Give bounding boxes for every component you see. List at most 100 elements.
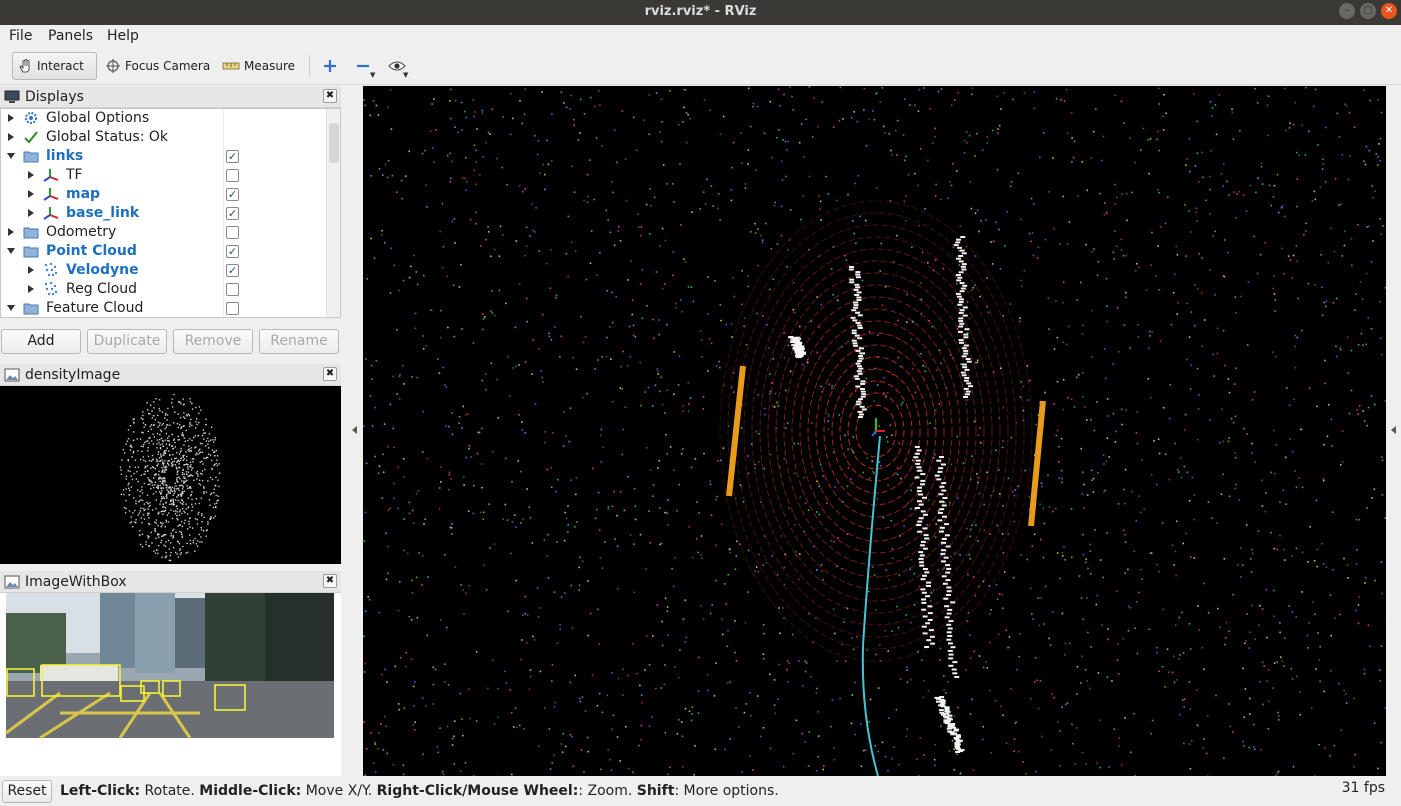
- minimize-icon[interactable]: –: [1339, 3, 1355, 19]
- visibility-checkbox[interactable]: [226, 226, 239, 239]
- cloud-point: [386, 681, 388, 683]
- density-point: [181, 473, 184, 476]
- cloud-point: [1360, 332, 1363, 335]
- tree-item[interactable]: Reg Cloud: [1, 280, 326, 299]
- cloud-point: [769, 100, 771, 103]
- cloud-point: [1249, 558, 1252, 560]
- collapse-left-arrow-icon[interactable]: [352, 426, 357, 434]
- scrollbar-thumb[interactable]: [329, 123, 339, 163]
- cloud-point: [442, 773, 445, 775]
- cloud-point: [971, 289, 973, 292]
- tree-scrollbar[interactable]: [326, 109, 340, 317]
- cloud-point: [1366, 424, 1368, 427]
- density-point: [189, 425, 191, 428]
- expand-right-icon[interactable]: [28, 266, 34, 274]
- tree-item[interactable]: Odometry: [1, 223, 326, 242]
- duplicate-button[interactable]: Duplicate: [87, 329, 167, 354]
- focus-camera-tool-button[interactable]: Focus Camera: [101, 52, 214, 80]
- density-point: [131, 456, 133, 458]
- cloud-point: [910, 558, 913, 561]
- close-icon[interactable]: ✖: [323, 89, 337, 103]
- tree-item[interactable]: links ✓: [1, 147, 326, 166]
- gear-icon: [23, 110, 39, 126]
- folder-icon: [23, 243, 39, 259]
- cloud-point: [465, 413, 467, 416]
- visibility-checkbox[interactable]: ✓: [226, 245, 239, 258]
- visibility-checkbox[interactable]: [226, 169, 239, 182]
- close-icon[interactable]: ✖: [323, 367, 337, 381]
- density-point: [179, 530, 181, 533]
- cloud-point: [523, 728, 525, 730]
- tree-item[interactable]: Global Options: [1, 109, 326, 128]
- cloud-point: [934, 135, 936, 138]
- density-point: [143, 518, 146, 520]
- cloud-point: [1295, 245, 1298, 247]
- cloud-point: [1311, 707, 1313, 710]
- cloud-point: [1363, 420, 1366, 422]
- expand-right-icon[interactable]: [28, 190, 34, 198]
- collapse-right-arrow-icon[interactable]: [1391, 426, 1396, 434]
- tree-item[interactable]: TF: [1, 166, 326, 185]
- chevron-down-icon[interactable]: ▼: [403, 71, 408, 79]
- cloud-point: [629, 534, 632, 536]
- cloud-point: [621, 388, 624, 390]
- cloud-point: [475, 183, 477, 186]
- maximize-icon[interactable]: □: [1360, 3, 1376, 19]
- tree-item[interactable]: Global Status: Ok: [1, 128, 326, 147]
- close-window-icon[interactable]: ✕: [1381, 3, 1397, 19]
- cloud-point: [1129, 607, 1132, 609]
- rename-button[interactable]: Rename: [259, 329, 339, 354]
- close-icon[interactable]: ✖: [323, 574, 337, 588]
- cloud-point: [1294, 366, 1297, 369]
- expand-down-icon[interactable]: [7, 305, 15, 311]
- cloud-point: [1105, 211, 1108, 214]
- expand-right-icon[interactable]: [28, 209, 34, 217]
- expand-down-icon[interactable]: [7, 248, 15, 254]
- cloud-point: [885, 436, 888, 438]
- expand-right-icon[interactable]: [8, 114, 14, 122]
- cloud-point: [588, 159, 591, 161]
- visibility-checkbox[interactable]: ✓: [226, 188, 239, 201]
- cloud-point: [411, 376, 413, 378]
- add-button[interactable]: Add: [1, 329, 81, 354]
- cloud-point: [800, 123, 803, 125]
- cloud-point: [1257, 102, 1259, 104]
- cloud-point: [947, 197, 949, 199]
- cloud-point: [879, 644, 881, 646]
- cloud-point: [1355, 563, 1358, 565]
- expand-right-icon[interactable]: [8, 228, 14, 236]
- tree-item[interactable]: Feature Cloud: [1, 299, 326, 317]
- view-tool-button[interactable]: [384, 52, 414, 80]
- expand-right-icon[interactable]: [28, 171, 34, 179]
- menu-panels[interactable]: Panels: [48, 28, 93, 44]
- chevron-down-icon[interactable]: ▼: [370, 71, 375, 79]
- visibility-checkbox[interactable]: ✓: [226, 150, 239, 163]
- cloud-point: [556, 541, 558, 543]
- measure-tool-button[interactable]: Measure: [218, 52, 299, 80]
- tree-item[interactable]: base_link ✓: [1, 204, 326, 223]
- cloud-point: [1220, 172, 1223, 175]
- tree-item[interactable]: map ✓: [1, 185, 326, 204]
- 3d-render-view[interactable]: [363, 86, 1386, 776]
- tree-item[interactable]: Velodyne ✓: [1, 261, 326, 280]
- visibility-checkbox[interactable]: [226, 283, 239, 296]
- reset-button[interactable]: Reset: [2, 780, 52, 803]
- cloud-point: [1039, 503, 1041, 506]
- visibility-checkbox[interactable]: [226, 302, 239, 315]
- tree-item[interactable]: Point Cloud ✓: [1, 242, 326, 261]
- visibility-checkbox[interactable]: ✓: [226, 264, 239, 277]
- cloud-point: [1007, 646, 1010, 649]
- expand-down-icon[interactable]: [7, 153, 15, 159]
- interact-tool-button[interactable]: Interact: [12, 52, 97, 80]
- expand-right-icon[interactable]: [28, 285, 34, 293]
- visibility-checkbox[interactable]: ✓: [226, 207, 239, 220]
- density-point: [216, 455, 219, 457]
- cloud-point: [616, 515, 618, 517]
- menu-help[interactable]: Help: [107, 28, 139, 44]
- menu-file[interactable]: File: [9, 28, 32, 44]
- add-tool-button[interactable]: [318, 52, 346, 80]
- cloud-point: [570, 479, 572, 481]
- remove-button[interactable]: Remove: [173, 329, 253, 354]
- expand-right-icon[interactable]: [8, 133, 14, 141]
- cloud-point: [639, 283, 642, 285]
